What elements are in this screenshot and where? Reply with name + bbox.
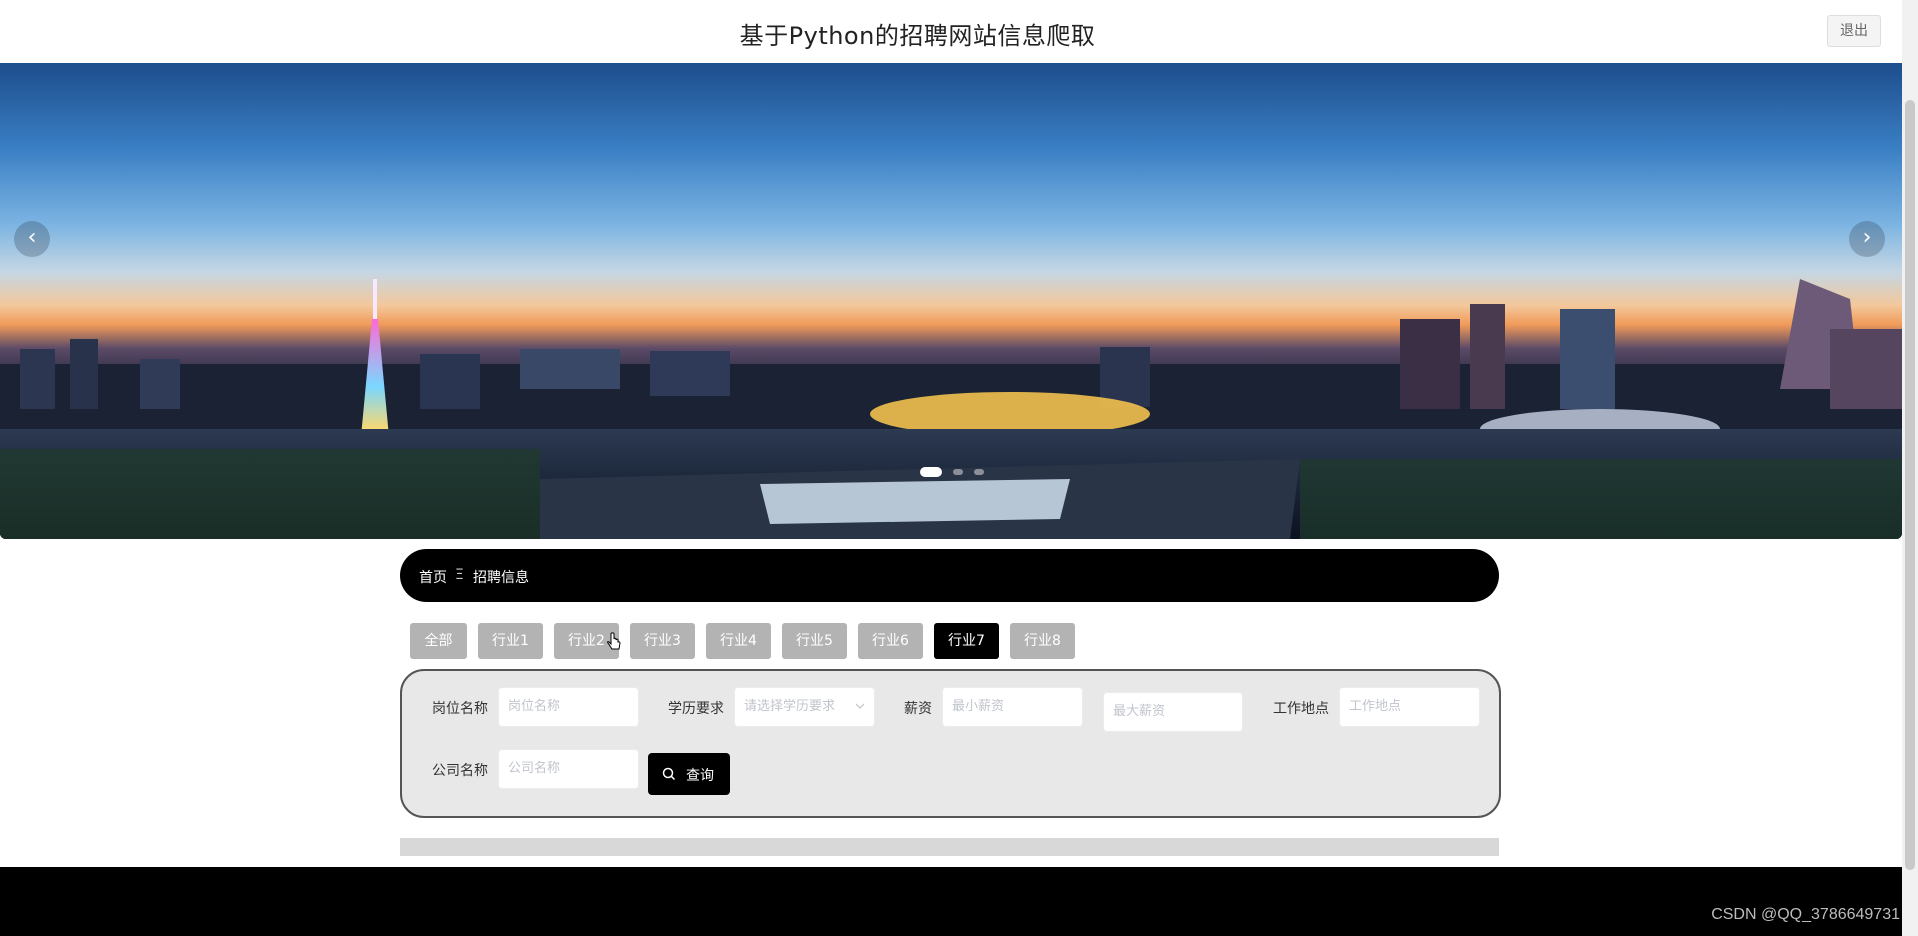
breadcrumb: 首页 Ξ 招聘信息 xyxy=(400,549,1499,602)
company-input[interactable]: 公司名称 xyxy=(498,749,639,789)
carousel-prev-button[interactable]: ‹ xyxy=(14,221,50,257)
carousel-indicator-2[interactable] xyxy=(953,468,964,475)
job-name-input[interactable]: 岗位名称 xyxy=(498,687,639,727)
breadcrumb-current: 招聘信息 xyxy=(473,570,529,586)
min-salary-input[interactable]: 最小薪资 xyxy=(942,687,1083,727)
education-select[interactable]: 请选择学历要求 xyxy=(734,687,875,727)
scrollbar-thumb[interactable] xyxy=(1905,100,1915,870)
banner-city-skyline-image xyxy=(0,279,1902,539)
tab-industry-6[interactable]: 行业6 xyxy=(858,623,923,659)
mouse-cursor-icon xyxy=(607,632,621,650)
search-icon xyxy=(662,767,676,781)
company-label: 公司名称 xyxy=(432,763,488,779)
carousel-indicator-3[interactable] xyxy=(974,468,985,475)
tab-industry-4[interactable]: 行业4 xyxy=(706,623,771,659)
chevron-down-icon xyxy=(856,703,864,709)
location-label: 工作地点 xyxy=(1273,701,1329,717)
carousel-next-button[interactable]: › xyxy=(1849,221,1885,257)
search-button-label: 查询 xyxy=(686,768,714,784)
search-button[interactable]: 查询 xyxy=(648,753,730,795)
logout-button[interactable]: 退出 xyxy=(1827,15,1881,47)
tab-industry-8[interactable]: 行业8 xyxy=(1010,623,1075,659)
location-input[interactable]: 工作地点 xyxy=(1339,687,1480,727)
breadcrumb-home-link[interactable]: 首页 xyxy=(419,567,447,587)
page-title: 基于Python的招聘网站信息爬取 xyxy=(739,22,1096,50)
education-select-placeholder: 请选择学历要求 xyxy=(744,699,836,714)
csdn-watermark: CSDN @QQ_3786649731 xyxy=(1711,906,1900,923)
tab-industry-3[interactable]: 行业3 xyxy=(630,623,695,659)
tab-industry-7[interactable]: 行业7 xyxy=(934,623,999,659)
top-header: 基于Python的招聘网站信息爬取 退出 xyxy=(0,0,1902,64)
salary-label: 薪资 xyxy=(904,701,932,717)
education-label: 学历要求 xyxy=(668,701,724,717)
max-salary-input[interactable]: 最大薪资 xyxy=(1103,692,1243,732)
tab-all[interactable]: 全部 xyxy=(410,623,467,659)
tab-industry-5[interactable]: 行业5 xyxy=(782,623,847,659)
breadcrumb-separator: Ξ xyxy=(455,567,464,583)
page-footer xyxy=(0,867,1902,936)
tab-industry-1[interactable]: 行业1 xyxy=(478,623,543,659)
carousel-indicators xyxy=(917,461,987,480)
job-name-label: 岗位名称 xyxy=(432,701,488,717)
results-list-bar xyxy=(400,838,1499,856)
carousel-indicator-1[interactable] xyxy=(920,466,942,477)
